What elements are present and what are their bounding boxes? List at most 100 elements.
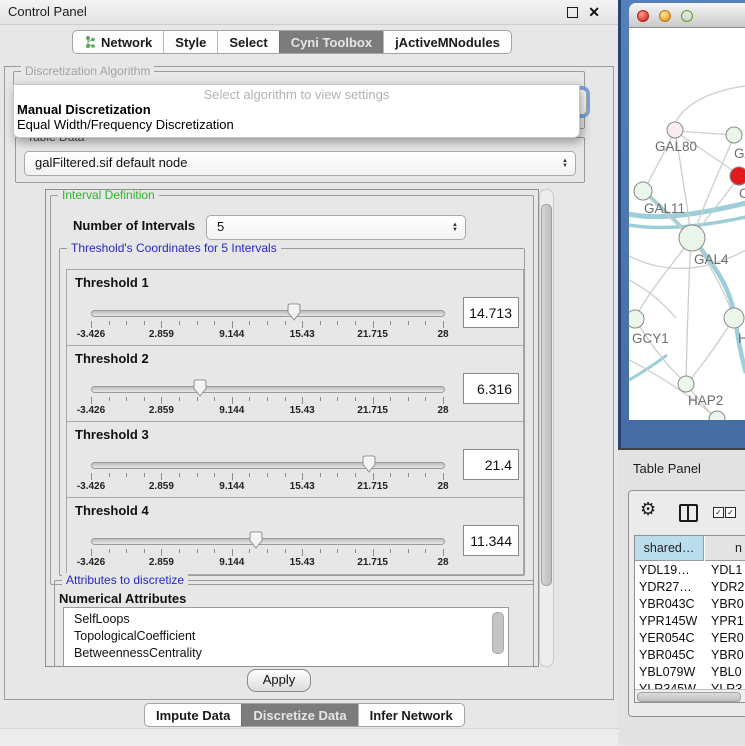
- slider-thumb-icon[interactable]: [248, 531, 264, 550]
- node-label: C: [739, 186, 745, 201]
- checkbox-icon: ✓: [725, 507, 736, 518]
- list-scrollbar[interactable]: [492, 612, 504, 654]
- network-node-hap2[interactable]: [678, 376, 694, 392]
- settings-gear-icon[interactable]: ⚙: [640, 499, 656, 520]
- tab-select[interactable]: Select: [217, 31, 278, 53]
- threshold-value-box[interactable]: 21.4: [463, 449, 519, 480]
- slider-ticks: [91, 397, 443, 405]
- network-edge[interactable]: [676, 131, 733, 135]
- table-row[interactable]: YDR27…YDR2: [635, 579, 745, 596]
- table-row[interactable]: YER054CYER0: [635, 630, 745, 647]
- slider-thumb-icon[interactable]: [286, 303, 302, 322]
- network-node-gal80[interactable]: [667, 122, 683, 138]
- attribute-item-selfloops[interactable]: SelfLoops: [64, 611, 508, 628]
- close-traffic-light-icon[interactable]: [637, 10, 649, 22]
- threshold-panel: Threshold 4 -3.4262.8599.14415.4321.7152…: [66, 497, 524, 575]
- attribute-item-betweennesscentrality[interactable]: BetweennessCentrality: [64, 645, 508, 662]
- table-row[interactable]: YBR043CYBR0: [635, 596, 745, 613]
- network-edge[interactable]: [676, 86, 745, 121]
- scale-label: 21.715: [357, 405, 388, 416]
- column-layout-icon[interactable]: [679, 504, 698, 522]
- bottom-strip: [0, 728, 618, 746]
- select-columns-icon[interactable]: ✓ ✓: [713, 507, 736, 518]
- bottom-tab-bar: Impute Data Discretize Data Infer Network: [144, 703, 465, 727]
- cell-shared-name: YPR145W: [639, 613, 697, 630]
- cell-name: YDR2: [711, 579, 744, 596]
- scrollbar-thumb[interactable]: [637, 692, 741, 702]
- network-node-gal11[interactable]: [634, 182, 652, 200]
- network-edge[interactable]: [693, 239, 733, 316]
- threshold-value-box[interactable]: 14.713: [463, 297, 519, 328]
- bottom-tab-impute-data[interactable]: Impute Data: [145, 704, 241, 726]
- slider-track[interactable]: [91, 538, 445, 545]
- slider-track[interactable]: [91, 462, 445, 469]
- slider-scale: -3.4262.8599.14415.4321.71528: [91, 405, 443, 417]
- attributes-listbox[interactable]: SelfLoopsTopologicalCoefficientBetweenne…: [63, 607, 509, 667]
- attribute-item-topologicalcoefficient[interactable]: TopologicalCoefficient: [64, 628, 508, 645]
- scale-label: 28: [437, 481, 448, 492]
- float-window-icon[interactable]: [567, 7, 578, 18]
- network-node-c[interactable]: [730, 167, 745, 185]
- algorithm-option-equal-width-frequency-discretization[interactable]: Equal Width/Frequency Discretization: [17, 117, 234, 132]
- network-node-unlabeled[interactable]: [709, 411, 725, 420]
- cell-name: YPR1: [711, 613, 744, 630]
- panel-title: Control Panel: [8, 0, 87, 24]
- algorithm-option-manual-discretization[interactable]: Manual Discretization: [17, 102, 151, 117]
- table-row[interactable]: YBL079WYBL0: [635, 664, 745, 681]
- cell-shared-name: YER054C: [639, 630, 695, 647]
- table-data-combobox[interactable]: galFiltered.sif default node ▲▼: [24, 151, 576, 176]
- horizontal-scrollbar[interactable]: [635, 689, 745, 702]
- tab-label: Impute Data: [156, 708, 230, 723]
- network-node-gal4[interactable]: [679, 225, 705, 251]
- network-edge[interactable]: [688, 319, 733, 382]
- node-label: HAP2: [688, 393, 723, 408]
- attributes-group: Attributes to discretize Numerical Attri…: [54, 580, 534, 667]
- close-icon[interactable]: ✕: [588, 2, 600, 22]
- network-node-h[interactable]: [724, 308, 744, 328]
- network-node-ga[interactable]: [726, 127, 742, 143]
- node-label: GAL11: [644, 201, 685, 216]
- bottom-tab-infer-network[interactable]: Infer Network: [358, 704, 464, 726]
- threshold-value-box[interactable]: 11.344: [463, 525, 519, 556]
- tab-label: Discretize Data: [253, 708, 346, 723]
- threshold-value-box[interactable]: 6.316: [463, 373, 519, 404]
- slider-thumb-icon[interactable]: [361, 455, 377, 474]
- tab-network[interactable]: Network: [73, 31, 163, 53]
- slider-track[interactable]: [91, 386, 445, 393]
- table-row[interactable]: YDL19…YDL1: [635, 562, 745, 579]
- slider-track[interactable]: [91, 310, 445, 317]
- scale-label: -3.426: [77, 557, 105, 568]
- minimize-traffic-light-icon[interactable]: [659, 10, 671, 22]
- cell-shared-name: YBR043C: [639, 596, 695, 613]
- network-edge[interactable]: [686, 240, 691, 382]
- cell-shared-name: YBL079W: [639, 664, 695, 681]
- network-edge-thick[interactable]: [629, 355, 667, 380]
- bottom-tab-discretize-data[interactable]: Discretize Data: [241, 704, 357, 726]
- network-node-gcy1[interactable]: [629, 310, 644, 328]
- tab-label: Cyni Toolbox: [291, 35, 372, 50]
- node-label: GAL4: [694, 252, 729, 267]
- zoom-traffic-light-icon[interactable]: [681, 10, 693, 22]
- scrollbar-thumb[interactable]: [541, 204, 552, 586]
- slider-thumb-icon[interactable]: [192, 379, 208, 398]
- column-header-name[interactable]: n: [705, 536, 745, 561]
- network-window-titlebar[interactable]: [629, 3, 745, 28]
- tab-jactivemnodules[interactable]: jActiveMNodules: [383, 31, 511, 53]
- num-intervals-combobox[interactable]: 5 ▲▼: [206, 215, 466, 240]
- scale-label: 15.43: [290, 557, 315, 568]
- node-attribute-table[interactable]: shared… n YDL19…YDL1YDR27…YDR2YBR043CYBR…: [634, 535, 745, 703]
- cell-name: YDL1: [711, 562, 742, 579]
- network-canvas[interactable]: GAL80GACGAL11GAL4GCY1HHAP2: [629, 28, 745, 420]
- scale-label: 28: [437, 329, 448, 340]
- network-edge[interactable]: [629, 360, 715, 417]
- apply-button[interactable]: Apply: [247, 669, 311, 692]
- tab-style[interactable]: Style: [163, 31, 217, 53]
- table-row[interactable]: YPR145W YPR1: [635, 613, 745, 630]
- scale-label: 9.144: [219, 329, 244, 340]
- column-header-shared-name[interactable]: shared…: [635, 536, 704, 561]
- tab-cyni-toolbox[interactable]: Cyni Toolbox: [279, 31, 383, 53]
- cell-shared-name: YBR045C: [639, 647, 695, 664]
- table-row[interactable]: YBR045CYBR0: [635, 647, 745, 664]
- thresholds-group: Threshold's Coordinates for 5 Intervals …: [59, 248, 525, 576]
- vertical-scrollbar[interactable]: [539, 189, 554, 667]
